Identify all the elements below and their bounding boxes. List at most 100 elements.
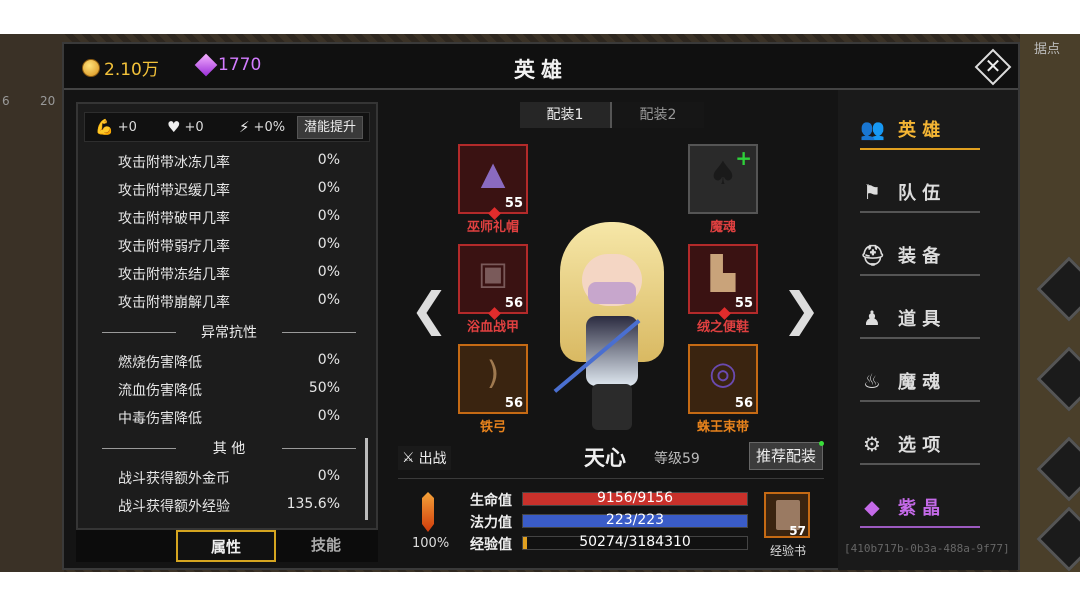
- hero-stats: 100% 生命值 9156/9156 法力值 223/223 经验值 50274…: [398, 484, 834, 562]
- list-item: 燃烧伤害降低 0%: [118, 352, 340, 371]
- equipment-slot-bow[interactable]: ) 56: [458, 344, 528, 414]
- equipment-slot-belt[interactable]: ◎ 56: [688, 344, 758, 414]
- hero-portrait: [542, 204, 682, 444]
- left-tabs: 属性 技能: [76, 530, 378, 562]
- item-name-boots: 绒之便鞋: [696, 320, 749, 335]
- heart-icon: ♥: [167, 118, 181, 136]
- tab-attributes[interactable]: 属性: [176, 530, 276, 562]
- mp-value: 223/223: [605, 512, 665, 528]
- item-level: 56: [504, 396, 523, 411]
- loadout-tabs: 配装1 配装2: [520, 102, 706, 128]
- arm-icon: 💪: [95, 118, 114, 136]
- map-left-edge: [0, 34, 64, 572]
- hero-panel: 2.10万 1770 英雄 ✕ 💪 +0 ♥ +0 ⚡ +0% 潜能提升 攻击附带冰冻…: [62, 42, 1020, 570]
- item-level: 56: [504, 296, 523, 311]
- map-tag: 据点: [1033, 42, 1060, 57]
- exp-book-label: 经验书: [770, 544, 807, 558]
- flag-icon: ⚑: [863, 180, 881, 204]
- equipment-slot-armor[interactable]: ▣ 56: [458, 244, 528, 320]
- tab-loadout-2[interactable]: 配装2: [612, 102, 704, 128]
- hero-icon: 👥: [860, 117, 885, 141]
- book-count: 57: [789, 524, 806, 538]
- speed-value: +0%: [253, 119, 286, 135]
- item-name-hat: 巫师礼帽: [466, 220, 519, 235]
- list-item: 攻击附带崩解几率 0%: [118, 292, 340, 311]
- equipment-slot-soul[interactable]: ♠ +: [688, 144, 758, 214]
- exp-book-button[interactable]: 57: [764, 492, 810, 538]
- health-value: +0: [184, 119, 204, 135]
- hp-value: 9156/9156: [597, 490, 673, 506]
- strength-bonus: 💪 +0: [95, 118, 157, 136]
- menu-item-items[interactable]: ♟ 道 具: [860, 299, 980, 339]
- item-level: 55: [734, 296, 753, 311]
- list-item: 战斗获得额外经验 135.6%: [118, 496, 340, 515]
- map-number: 6: [2, 94, 10, 108]
- item-level: 55: [504, 196, 523, 211]
- lightning-icon: ⚡: [239, 118, 250, 136]
- exp-value: 50274/3184310: [579, 534, 691, 550]
- map-number: 20: [40, 94, 56, 108]
- equipment-slot-boots[interactable]: ▙ 55: [688, 244, 758, 320]
- menu-item-equipment[interactable]: ⛑ 装 备: [860, 236, 980, 276]
- item-level: 56: [734, 396, 753, 411]
- scrollbar[interactable]: [365, 438, 368, 520]
- armor-icon: ▣: [477, 254, 509, 292]
- battle-toggle-button[interactable]: ⚔ 出战: [398, 446, 451, 470]
- menu-item-team[interactable]: ⚑ 队 伍: [860, 173, 980, 213]
- sword-icon: [422, 492, 434, 532]
- list-item: 攻击附带冰冻几率 0%: [118, 152, 340, 171]
- close-button[interactable]: ✕: [974, 48, 1012, 86]
- item-name-armor: 浴血战甲: [466, 320, 519, 335]
- belt-icon: ◎: [709, 354, 737, 392]
- hero-level: 等级59: [654, 451, 700, 467]
- exp-label: 经验值: [470, 537, 512, 553]
- notification-dot: [819, 441, 825, 446]
- helmet-icon: ⛑: [860, 243, 886, 267]
- recommend-loadout-button[interactable]: 推荐配装: [749, 441, 825, 470]
- menu-item-options[interactable]: ⚙ 选 项: [860, 425, 980, 465]
- page-title: 英雄: [514, 58, 568, 82]
- item-name-soul: 魔魂: [709, 220, 736, 235]
- tab-loadout-1[interactable]: 配装1: [520, 102, 612, 128]
- battle-label: 出战: [418, 451, 447, 467]
- crystal-icon: ◆: [864, 495, 880, 519]
- section-header-other: 其 他: [102, 438, 356, 458]
- gear-icon: ⚙: [863, 432, 881, 456]
- list-item: 攻击附带冻结几率 0%: [118, 264, 340, 283]
- previous-hero-arrow-icon[interactable]: ❮: [410, 282, 449, 336]
- potential-upgrade-button[interactable]: 潜能提升: [296, 116, 363, 139]
- game-screen: 据点 6 20 2.10万 1770 英雄 ✕ 💪 +0 ♥ +0 ⚡ +0% …: [0, 34, 1080, 572]
- tab-skills[interactable]: 技能: [276, 530, 376, 562]
- hp-label: 生命值: [470, 493, 512, 509]
- list-item: 攻击附带迟缓几率 0%: [118, 180, 340, 199]
- menu-item-hero[interactable]: 👥 英 雄: [860, 110, 980, 150]
- divider: [398, 478, 824, 479]
- session-id: [410b717b-0b3a-488a-9f77]: [844, 542, 1010, 555]
- next-hero-arrow-icon[interactable]: ❯: [782, 282, 821, 336]
- list-item: 攻击附带弱疗几率 0%: [118, 236, 340, 255]
- menu-item-crystal[interactable]: ◆ 紫 晶: [860, 488, 980, 528]
- add-icon: +: [735, 146, 752, 170]
- list-item: 攻击附带破甲几率 0%: [118, 208, 340, 227]
- close-icon: ✕: [984, 54, 1002, 78]
- top-bar: 2.10万 1770 英雄 ✕: [64, 44, 1018, 90]
- attributes-panel: 💪 +0 ♥ +0 ⚡ +0% 潜能提升 攻击附带冰冻几率 0% 攻击附带迟缓几率 0% …: [76, 102, 378, 530]
- menu-item-soul[interactable]: ♨ 魔 魂: [860, 362, 980, 402]
- list-item: 流血伤害降低 50%: [118, 380, 340, 399]
- bow-icon: ): [486, 354, 500, 392]
- strength-value: +0: [117, 119, 137, 135]
- speed-bonus: ⚡ +0%: [239, 118, 301, 136]
- boots-icon: ▙: [710, 254, 736, 292]
- mp-label: 法力值: [470, 515, 512, 531]
- side-menu: 👥 英 雄 ⚑ 队 伍 ⛑ 装 备 ♟ 道 具 ♨ 魔 魂 ⚙ 选 项 ◆ 紫 晶: [838, 90, 1018, 570]
- list-item: 中毒伤害降低 0%: [118, 408, 340, 427]
- section-header-resist: 异常抗性: [102, 322, 356, 342]
- flame-icon: ♨: [863, 369, 881, 393]
- item-name-belt: 蛛王束带: [696, 420, 749, 435]
- item-name-bow: 铁弓: [479, 420, 506, 435]
- wizard-hat-icon: ▲: [480, 154, 506, 192]
- equipment-slot-hat[interactable]: ▲ 55: [458, 144, 528, 220]
- list-item: 战斗获得额外金币 0%: [118, 468, 340, 487]
- power-percent: 100%: [412, 536, 450, 551]
- hero-name: 天心: [584, 446, 626, 470]
